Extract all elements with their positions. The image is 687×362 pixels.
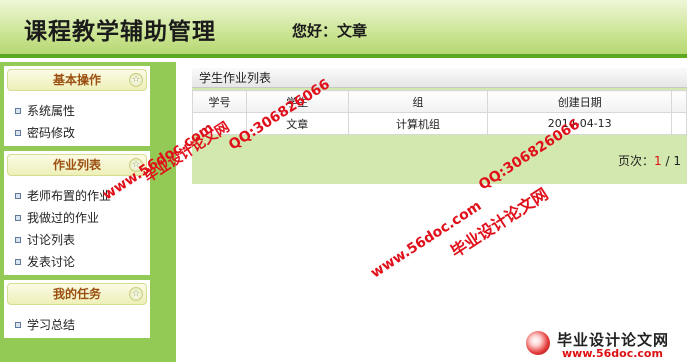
table-row[interactable]: 文章 计算机组 2014-04-13 bbox=[192, 112, 687, 135]
cell-group: 计算机组 bbox=[347, 112, 489, 135]
cell-extra bbox=[671, 112, 687, 135]
app-root: 课程教学辅助管理 您好：文章 基本操作 ☆ 系统属性 密码修改 作业列表 ☆ 老… bbox=[0, 0, 687, 362]
collapse-toggle-icon[interactable]: ☆ bbox=[129, 287, 143, 301]
collapse-toggle-icon[interactable]: ☆ bbox=[129, 73, 143, 87]
bullet-icon bbox=[15, 322, 21, 328]
cell-student-id bbox=[192, 112, 247, 135]
header-bar: 课程教学辅助管理 您好：文章 bbox=[0, 0, 687, 58]
column-header-student-id: 学号 bbox=[192, 90, 247, 113]
watermark-site-name-2: 毕业设计论文网 bbox=[447, 184, 552, 262]
menu-group-tasks: 我的任务 ☆ 学习总结 bbox=[4, 280, 150, 338]
sidebar-item-discussion-list[interactable]: 讨论列表 bbox=[4, 229, 150, 251]
sidebar-item-teacher-assignments[interactable]: 老师布置的作业 bbox=[4, 185, 150, 207]
cell-student: 文章 bbox=[245, 112, 349, 135]
column-header-created-date: 创建日期 bbox=[487, 90, 673, 113]
pager-separator: / bbox=[661, 154, 674, 168]
sidebar-item-label: 密码修改 bbox=[27, 126, 76, 140]
sidebar-item-label: 学习总结 bbox=[27, 318, 76, 332]
main-panel: 学生作业列表 学号 学生 组 创建日期 文章 计算机组 2014-04-13 页… bbox=[192, 68, 687, 184]
collapse-toggle-icon[interactable]: ☆ bbox=[129, 158, 143, 172]
sidebar-item-system-properties[interactable]: 系统属性 bbox=[4, 100, 150, 122]
bullet-icon bbox=[15, 215, 21, 221]
greeting: 您好：文章 bbox=[292, 20, 367, 41]
logo-disc-icon bbox=[526, 331, 550, 355]
menu-head-label: 作业列表 bbox=[52, 158, 101, 172]
sidebar-item-change-password[interactable]: 密码修改 bbox=[4, 122, 150, 144]
homework-table: 学号 学生 组 创建日期 文章 计算机组 2014-04-13 bbox=[192, 90, 687, 135]
menu-group-basic: 基本操作 ☆ 系统属性 密码修改 bbox=[4, 66, 150, 146]
menu-head-homework[interactable]: 作业列表 ☆ bbox=[7, 154, 147, 176]
bullet-icon bbox=[15, 193, 21, 199]
pager-current-page[interactable]: 1 bbox=[654, 154, 662, 168]
bullet-icon bbox=[15, 130, 21, 136]
logo-url: www.56doc.com bbox=[562, 347, 663, 360]
bullet-icon bbox=[15, 237, 21, 243]
menu-head-label: 基本操作 bbox=[52, 73, 101, 87]
sidebar-item-label: 发表讨论 bbox=[27, 255, 76, 269]
pager-label: 页次： bbox=[618, 154, 655, 168]
app-title: 课程教学辅助管理 bbox=[24, 19, 216, 45]
list-title: 学生作业列表 bbox=[192, 68, 687, 88]
sidebar: 基本操作 ☆ 系统属性 密码修改 作业列表 ☆ 老师布置的作业 我做过的作业 讨… bbox=[0, 62, 176, 362]
sidebar-item-label: 老师布置的作业 bbox=[27, 189, 112, 203]
menu-head-basic[interactable]: 基本操作 ☆ bbox=[7, 69, 147, 91]
menu-head-tasks[interactable]: 我的任务 ☆ bbox=[7, 283, 147, 305]
column-header-group: 组 bbox=[347, 90, 489, 113]
user-name: 文章 bbox=[337, 22, 368, 40]
pager-total-pages: 1 bbox=[673, 154, 681, 168]
pager: 页次：1 / 1 bbox=[618, 152, 681, 169]
sidebar-item-post-discussion[interactable]: 发表讨论 bbox=[4, 251, 150, 273]
cell-created-date: 2014-04-13 bbox=[487, 112, 673, 135]
sidebar-item-label: 讨论列表 bbox=[27, 233, 76, 247]
column-header-student: 学生 bbox=[245, 90, 349, 113]
bullet-icon bbox=[15, 259, 21, 265]
sidebar-item-label: 我做过的作业 bbox=[27, 211, 100, 225]
sidebar-item-my-done-homework[interactable]: 我做过的作业 bbox=[4, 207, 150, 229]
watermark-url-2: www.56doc.com bbox=[368, 198, 485, 282]
sidebar-item-study-summary[interactable]: 学习总结 bbox=[4, 314, 150, 336]
menu-head-label: 我的任务 bbox=[52, 287, 101, 301]
site-logo: 毕业设计论文网 www.56doc.com bbox=[522, 329, 687, 362]
bullet-icon bbox=[15, 108, 21, 114]
greeting-label: 您好： bbox=[292, 22, 338, 40]
sidebar-item-label: 系统属性 bbox=[27, 104, 76, 118]
menu-group-homework: 作业列表 ☆ 老师布置的作业 我做过的作业 讨论列表 发表讨论 bbox=[4, 151, 150, 275]
table-header-row: 学号 学生 组 创建日期 bbox=[192, 90, 687, 113]
column-header-extra bbox=[671, 90, 687, 113]
